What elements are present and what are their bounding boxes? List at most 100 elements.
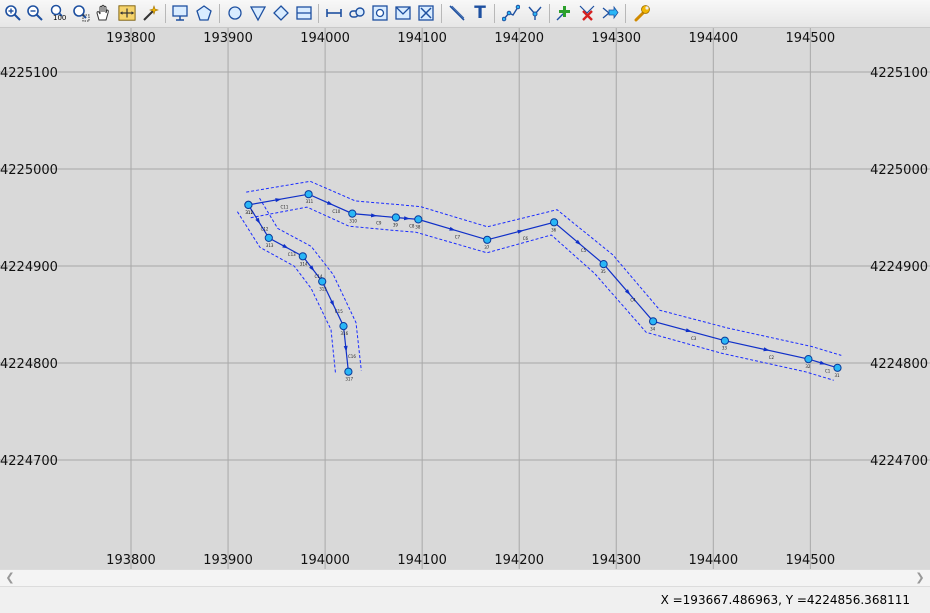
circle-icon[interactable] — [225, 3, 245, 23]
triangle-icon[interactable] — [248, 3, 268, 23]
vertex-label: 316 — [341, 331, 349, 336]
segment-label: C11 — [281, 205, 289, 210]
x-tick-label-bottom: 194000 — [300, 553, 350, 568]
x-tick-label-top: 194200 — [494, 31, 544, 46]
segment-label: C9 — [376, 221, 382, 226]
vertex-label: 39 — [393, 223, 399, 228]
toolbar-separator — [625, 4, 626, 23]
route-vertex — [244, 200, 253, 209]
segment-label: C5 — [581, 248, 587, 253]
split-rect-icon[interactable] — [294, 3, 314, 23]
x-tick-label-top: 194000 — [300, 31, 350, 46]
move-vertex-icon[interactable] — [600, 3, 620, 23]
frame-icon[interactable] — [370, 3, 390, 23]
zoom-in-icon[interactable] — [3, 3, 23, 23]
pan-hand-icon[interactable] — [93, 3, 113, 23]
segment-label: C13 — [288, 252, 296, 257]
x-tick-label-bottom: 193800 — [106, 553, 156, 568]
cursor-coordinates: X =193667.486963, Y =4224856.368111 — [660, 593, 910, 607]
delete-vertex-icon[interactable] — [577, 3, 597, 23]
zoom-window-icon[interactable] — [71, 3, 91, 23]
x-tick-label-top: 194100 — [397, 31, 447, 46]
x-tick-label-bottom: 194400 — [688, 553, 738, 568]
y-tick-label-right: 4225100 — [870, 66, 928, 81]
x-tick-label-top: 194300 — [591, 31, 641, 46]
route-vertex — [339, 322, 348, 331]
toolbar-separator — [494, 4, 495, 23]
segment-label: C15 — [335, 309, 343, 314]
wrench-icon[interactable] — [632, 3, 652, 23]
segment-label: C10 — [332, 209, 340, 214]
horizontal-scrollbar[interactable]: ❮ ❯ — [0, 569, 930, 587]
segment-label: C16 — [348, 354, 356, 359]
route-vertex — [550, 218, 559, 227]
route-vertex — [298, 252, 307, 261]
vertex-label: 310 — [349, 219, 357, 224]
pentagon-icon[interactable] — [194, 3, 214, 23]
map-canvas[interactable]: 193800 193800 193900 193900 194000 194000 1941… — [0, 28, 930, 569]
segment-label: C12 — [261, 226, 269, 231]
vertex-label: 313 — [266, 243, 274, 248]
x-tick-label-bottom: 193900 — [203, 553, 253, 568]
x-tick-label-top: 193800 — [106, 31, 156, 46]
x-tick-label-bottom: 194100 — [397, 553, 447, 568]
route-vertex — [649, 317, 658, 326]
segment-label: C7 — [455, 235, 461, 240]
toolbar-separator — [549, 4, 550, 23]
zoom-100-icon[interactable]: 100 — [47, 3, 69, 23]
x-tick-label-bottom: 194500 — [786, 553, 836, 568]
route-vertex — [483, 235, 492, 244]
toolbar-separator — [441, 4, 442, 23]
measure-distance-icon[interactable] — [324, 3, 344, 23]
vertex-label: 311 — [306, 199, 314, 204]
route-vertex — [414, 215, 423, 224]
route-vertex — [318, 277, 327, 286]
zoom-out-icon[interactable] — [25, 3, 45, 23]
vertex-label: 34 — [650, 326, 656, 331]
link-icon[interactable] — [347, 3, 367, 23]
edit-vertices-icon[interactable] — [501, 3, 521, 23]
draw-line-icon[interactable] — [447, 3, 467, 23]
route-vertex — [599, 260, 608, 269]
scroll-right-icon[interactable]: ❯ — [912, 570, 928, 586]
vertex-label: 35 — [601, 269, 607, 274]
select-feature-icon[interactable] — [170, 3, 190, 23]
segment-label: C8 — [409, 224, 415, 229]
map-background — [0, 28, 930, 569]
diamond-icon[interactable] — [271, 3, 291, 23]
status-bar: X =193667.486963, Y =4224856.368111 — [0, 587, 930, 613]
y-tick-label-left: 4224700 — [0, 454, 58, 469]
split-vertex-icon[interactable] — [525, 3, 545, 23]
zoom-extent-icon[interactable] — [116, 3, 138, 23]
segment-label: C2 — [769, 355, 775, 360]
x-tick-label-bottom: 194300 — [591, 553, 641, 568]
route-vertex — [833, 363, 842, 372]
vertex-label: 32 — [805, 364, 811, 369]
delete-box-icon[interactable] — [416, 3, 436, 23]
add-vertex-icon[interactable] — [554, 3, 574, 23]
route-vertex — [391, 213, 400, 222]
y-tick-label-right: 4224800 — [870, 357, 928, 372]
segment-label: C6 — [523, 236, 529, 241]
x-tick-label-bottom: 194200 — [494, 553, 544, 568]
vertex-label: 38 — [415, 224, 421, 229]
magic-wand-icon[interactable] — [140, 3, 160, 23]
segment-label: C3 — [691, 336, 697, 341]
scroll-left-icon[interactable]: ❮ — [2, 570, 18, 586]
segment-label: C4 — [630, 298, 636, 303]
zoom-100-label: 100 — [53, 14, 67, 22]
envelope-icon[interactable] — [393, 3, 413, 23]
vertex-label: 312 — [245, 210, 253, 215]
x-tick-label-top: 193900 — [203, 31, 253, 46]
y-tick-label-left: 4224800 — [0, 357, 58, 372]
y-tick-label-right: 4224900 — [870, 260, 928, 275]
route-vertex — [720, 336, 730, 345]
y-tick-label-right: 4224700 — [870, 454, 928, 469]
y-tick-label-left: 4225100 — [0, 66, 58, 81]
toolbar: 100 T — [0, 0, 930, 28]
toolbar-separator — [318, 4, 319, 23]
route-vertex — [804, 355, 813, 364]
y-tick-label-left: 4224900 — [0, 260, 58, 275]
text-tool-icon[interactable]: T — [470, 3, 490, 23]
vertex-label: 314 — [300, 261, 308, 266]
